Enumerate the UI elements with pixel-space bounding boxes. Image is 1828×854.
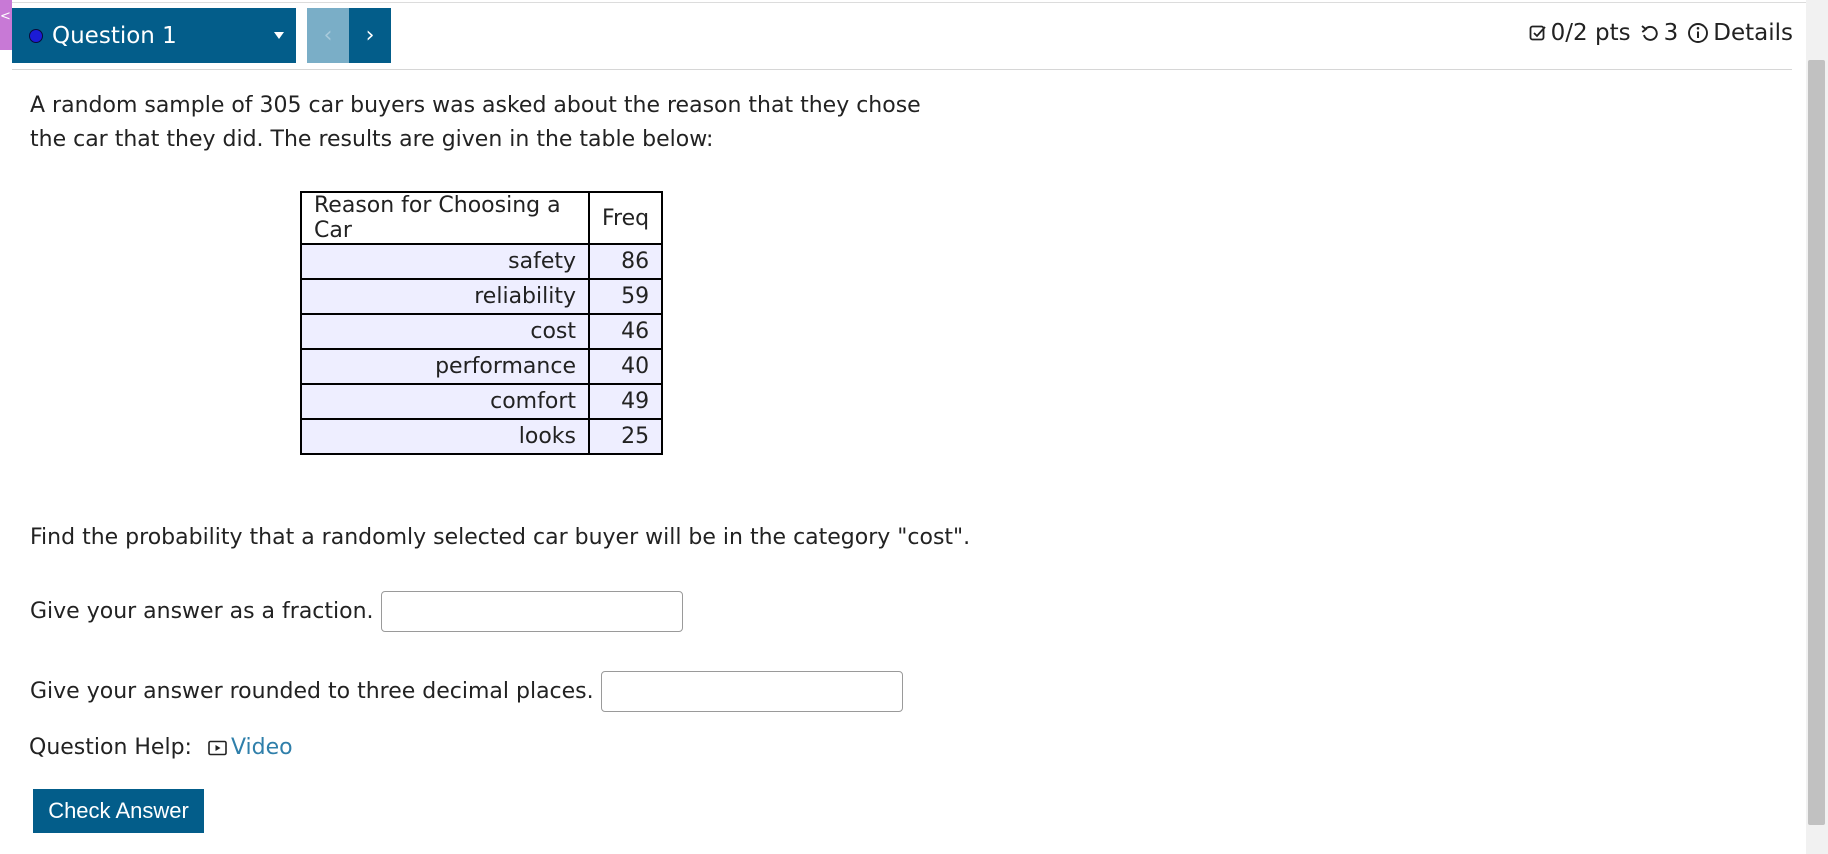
freq-cell: 49 <box>587 383 664 420</box>
freq-cell: 40 <box>587 348 664 385</box>
info-icon[interactable] <box>1687 22 1709 44</box>
fraction-answer-row: Give your answer as a fraction. <box>30 591 683 632</box>
table-row: looks 25 <box>300 418 664 455</box>
top-divider <box>0 2 1806 3</box>
fraction-answer-input[interactable] <box>380 591 683 632</box>
freq-cell: 59 <box>587 278 664 315</box>
chevron-right-icon: › <box>365 23 375 48</box>
reason-cell: looks <box>300 418 590 455</box>
scrollbar-thumb[interactable] <box>1808 60 1825 825</box>
question-prompt: A random sample of 305 car buyers was as… <box>30 93 921 152</box>
reason-cell: cost <box>300 313 590 350</box>
side-tab-glyph: < <box>0 9 11 24</box>
freq-cell: 46 <box>587 313 664 350</box>
question-selector-label: Question 1 <box>52 22 177 49</box>
checkbox-icon <box>1529 24 1547 42</box>
table-row: reliability 59 <box>300 278 664 315</box>
chevron-left-icon: ‹ <box>323 23 333 48</box>
reason-cell: comfort <box>300 383 590 420</box>
header-divider <box>12 69 1792 70</box>
points-value: 0/2 pts <box>1550 20 1631 46</box>
question-help-label: Question Help: <box>29 735 192 760</box>
details-link[interactable]: Details <box>1713 20 1793 46</box>
table-row: cost 46 <box>300 313 664 350</box>
column-header-reason: Reason for Choosing a Car <box>300 191 590 245</box>
fraction-answer-label: Give your answer as a fraction. <box>30 599 374 624</box>
next-question-button[interactable]: › <box>349 8 391 63</box>
decimal-answer-label: Give your answer rounded to three decima… <box>30 679 594 704</box>
reason-cell: performance <box>300 348 590 385</box>
question-selector[interactable]: Question 1 <box>12 8 296 63</box>
question-status-bar: 0/2 pts 3 Details <box>1529 20 1793 46</box>
video-icon[interactable] <box>208 740 227 756</box>
table-header-row: Reason for Choosing a Car Freq <box>300 191 664 245</box>
decimal-answer-input[interactable] <box>600 671 903 712</box>
table-row: comfort 49 <box>300 383 664 420</box>
reason-cell: reliability <box>300 278 590 315</box>
reason-cell: safety <box>300 243 590 280</box>
video-link[interactable]: Video <box>231 735 293 760</box>
caret-down-icon <box>274 32 284 39</box>
side-panel-toggle[interactable]: < <box>0 0 12 50</box>
column-header-freq: Freq <box>587 191 664 245</box>
freq-cell: 86 <box>587 243 664 280</box>
find-instruction: Find the probability that a randomly sel… <box>30 525 971 550</box>
check-answer-button[interactable]: Check Answer <box>33 789 204 833</box>
decimal-answer-row: Give your answer rounded to three decima… <box>30 671 903 712</box>
question-help: Question Help: Video <box>29 735 293 760</box>
table-row: performance 40 <box>300 348 664 385</box>
question-status-dot <box>29 28 43 43</box>
table-row: safety 86 <box>300 243 664 280</box>
undo-icon <box>1640 23 1660 43</box>
previous-question-button[interactable]: ‹ <box>307 8 349 63</box>
freq-cell: 25 <box>587 418 664 455</box>
frequency-table: Reason for Choosing a Car Freq safety 86… <box>300 191 664 455</box>
attempts-value: 3 <box>1663 20 1679 46</box>
